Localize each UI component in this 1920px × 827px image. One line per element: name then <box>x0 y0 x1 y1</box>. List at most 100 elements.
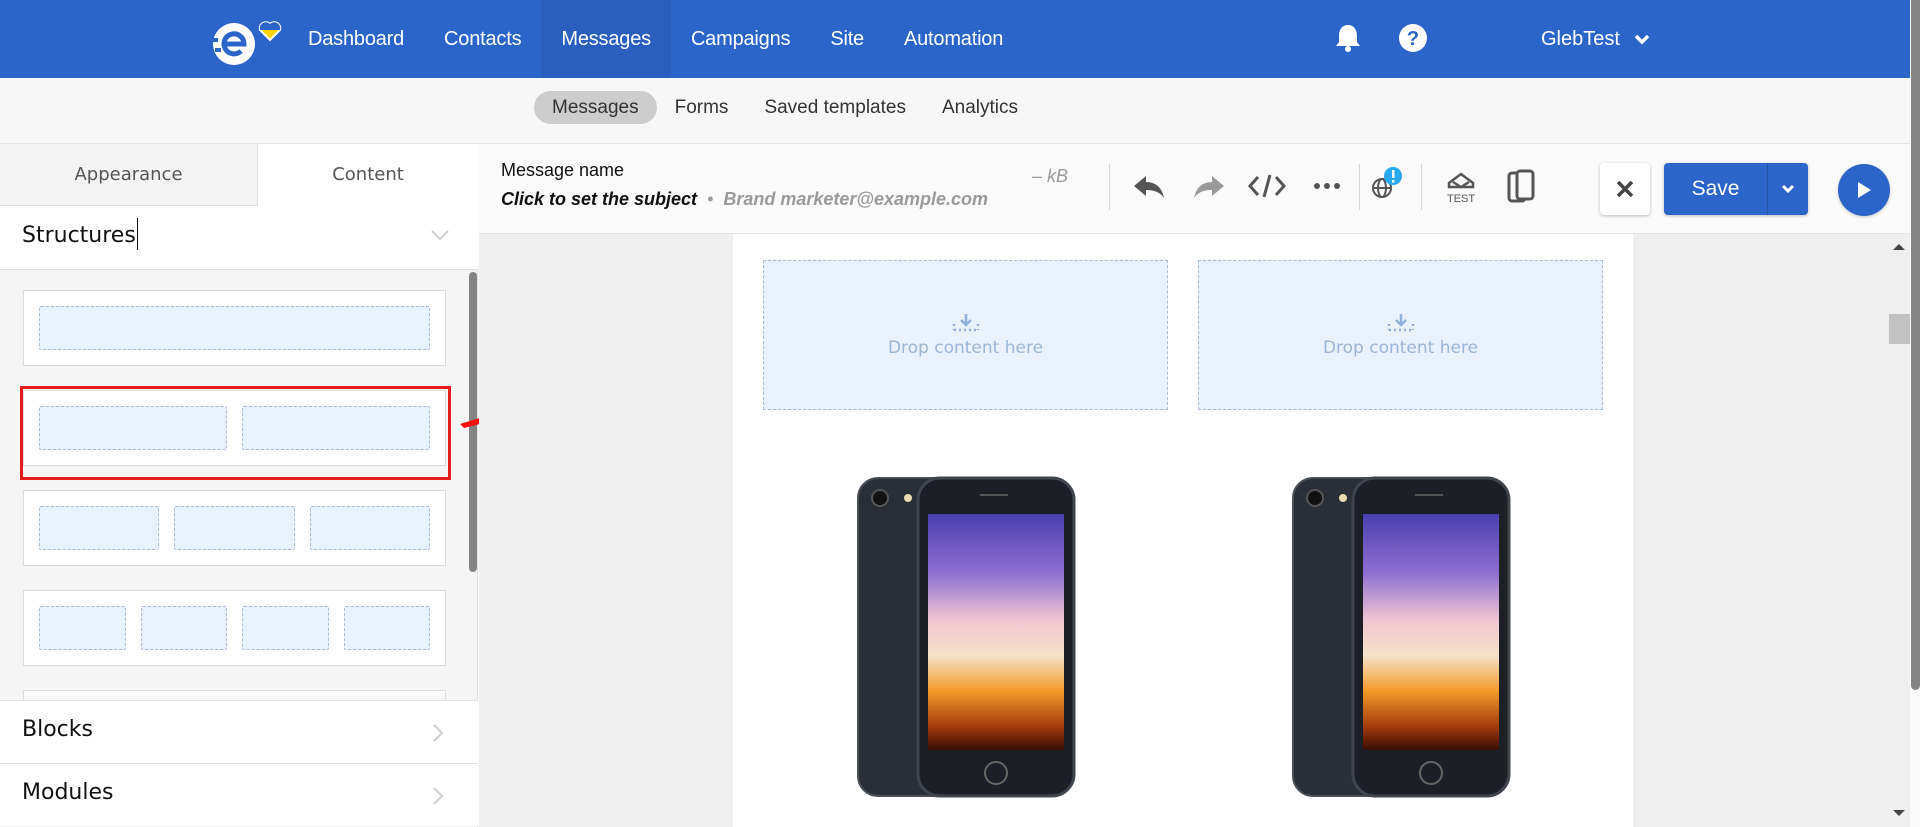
structure-cell <box>39 606 126 650</box>
structure-4-columns[interactable] <box>23 590 446 666</box>
drop-icon <box>952 314 979 332</box>
chevron-down-icon <box>431 230 449 241</box>
mobile-preview-button[interactable] <box>1501 166 1541 206</box>
page-scrollbar[interactable] <box>1910 0 1920 827</box>
more-icon <box>1314 183 1340 189</box>
editor-header: Message name Click to set the subject • … <box>479 144 1910 234</box>
toolbar-divider <box>1109 164 1110 210</box>
close-icon <box>1616 180 1634 198</box>
structures-list <box>0 270 478 700</box>
structure-3-columns[interactable] <box>23 490 446 566</box>
structure-cell <box>343 606 430 650</box>
canvas-scrollbar[interactable] <box>1886 234 1910 827</box>
panel-tabs: Appearance Content <box>0 144 478 206</box>
page-scroll-thumb[interactable] <box>1911 0 1920 690</box>
redo-icon <box>1194 176 1224 198</box>
structure-2-columns[interactable] <box>23 390 446 466</box>
user-name: GlebTest <box>1541 28 1620 50</box>
logo-icon <box>212 21 282 65</box>
nav-site[interactable]: Site <box>810 0 884 78</box>
save-options-button[interactable] <box>1768 163 1808 215</box>
text-cursor <box>136 218 138 250</box>
scroll-thumb[interactable] <box>1889 314 1910 344</box>
undo-button[interactable] <box>1129 166 1169 206</box>
accordion-label: Modules <box>22 780 114 805</box>
structure-cell <box>242 606 329 650</box>
nav-messages[interactable]: Messages <box>541 0 671 78</box>
main-nav: Dashboard Contacts Messages Campaigns Si… <box>288 0 1023 78</box>
top-navigation: Dashboard Contacts Messages Campaigns Si… <box>0 0 1910 78</box>
tab-appearance[interactable]: Appearance <box>0 144 258 206</box>
toolbar-divider <box>1359 164 1360 210</box>
test-icon: TEST <box>1447 172 1475 205</box>
mobile-preview-icon <box>1507 169 1535 203</box>
code-icon <box>1248 174 1286 198</box>
structure-next-partial[interactable] <box>23 690 446 700</box>
section-title: Structures <box>22 218 138 250</box>
structures-header[interactable]: Structures <box>0 206 478 270</box>
structure-cell <box>39 406 227 450</box>
structure-cell <box>174 506 295 550</box>
redo-button[interactable] <box>1189 166 1229 206</box>
phone-image[interactable] <box>856 476 1076 798</box>
scroll-up-icon[interactable] <box>1893 244 1905 250</box>
bell-icon[interactable] <box>1333 22 1363 54</box>
subject-field[interactable]: Click to set the subject <box>501 189 697 210</box>
message-size: – kB <box>1032 166 1069 186</box>
undo-icon <box>1134 176 1164 198</box>
scroll-down-icon[interactable] <box>1893 810 1905 816</box>
drop-zone[interactable]: Drop content here <box>763 260 1168 410</box>
help-icon[interactable]: ? <box>1398 23 1428 53</box>
close-button[interactable] <box>1600 163 1650 215</box>
sender-field[interactable]: Brand marketer@example.com <box>723 189 988 210</box>
subnav-messages[interactable]: Messages <box>534 91 657 124</box>
code-button[interactable] <box>1247 166 1287 206</box>
svg-text:TEST: TEST <box>1447 193 1475 205</box>
drop-zone-label: Drop content here <box>887 338 1044 358</box>
accordion-blocks[interactable]: Blocks <box>0 700 478 763</box>
structure-cell <box>39 306 430 350</box>
email-canvas: Drop content here Drop content here <box>479 234 1910 827</box>
tab-content[interactable]: Content <box>258 144 478 206</box>
structure-cell <box>242 406 430 450</box>
test-send-button[interactable]: TEST <box>1441 166 1481 206</box>
svg-text:?: ? <box>1407 28 1419 50</box>
drop-icon <box>1387 314 1414 332</box>
chevron-right-icon <box>433 724 444 742</box>
play-icon <box>1858 182 1871 198</box>
left-panel: Appearance Content Structures Blocks Mod… <box>0 144 478 827</box>
structure-cell <box>309 506 430 550</box>
structure-1-column[interactable] <box>23 290 446 366</box>
message-name[interactable]: Message name <box>501 160 624 181</box>
structure-cell <box>140 606 227 650</box>
nav-dashboard[interactable]: Dashboard <box>288 0 424 78</box>
phone-image[interactable] <box>1291 476 1511 798</box>
sub-navigation: Messages Forms Saved templates Analytics <box>0 78 1910 144</box>
language-button[interactable] <box>1365 166 1405 206</box>
drop-zone[interactable]: Drop content here <box>1198 260 1603 410</box>
more-button[interactable] <box>1307 166 1347 206</box>
nav-campaigns[interactable]: Campaigns <box>671 0 810 78</box>
save-button[interactable]: Save <box>1664 163 1768 215</box>
accordion-label: Blocks <box>22 717 93 742</box>
save-button-group: Save <box>1664 163 1808 215</box>
separator-dot: • <box>707 189 714 209</box>
accordion-modules[interactable]: Modules <box>0 763 478 826</box>
nav-automation[interactable]: Automation <box>884 0 1023 78</box>
globe-warning-icon <box>1372 167 1402 198</box>
subnav-forms[interactable]: Forms <box>657 91 747 124</box>
toolbar-divider <box>1421 164 1422 210</box>
chevron-down-icon <box>1634 34 1650 45</box>
email-body: Drop content here Drop content here <box>733 234 1633 827</box>
chevron-down-icon <box>1781 184 1795 194</box>
send-button[interactable] <box>1838 164 1890 216</box>
drop-zone-label: Drop content here <box>1322 338 1479 358</box>
subnav-saved-templates[interactable]: Saved templates <box>746 91 924 124</box>
logo[interactable] <box>210 12 286 68</box>
chevron-right-icon <box>433 787 444 805</box>
structure-cell <box>39 506 160 550</box>
user-menu[interactable]: GlebTest <box>1541 0 1650 78</box>
nav-contacts[interactable]: Contacts <box>424 0 541 78</box>
message-meta: Click to set the subject • Brand markete… <box>501 189 988 210</box>
subnav-analytics[interactable]: Analytics <box>924 91 1036 124</box>
